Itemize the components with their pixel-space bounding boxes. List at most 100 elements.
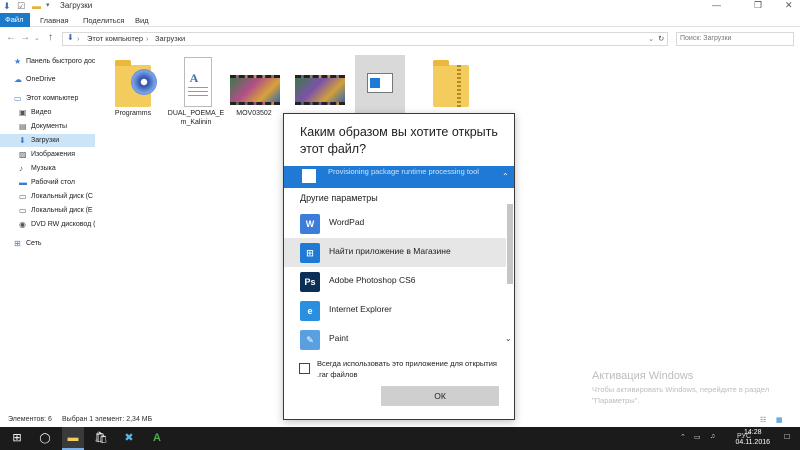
desktop-icon: ▬ [19, 178, 27, 187]
downloads-location-icon: ⬇ [67, 33, 74, 42]
drive-icon: ▭ [19, 192, 27, 201]
sidebar-item-downloads[interactable]: ⬇ Загрузки [0, 134, 95, 147]
minimize-icon[interactable]: — [712, 0, 721, 10]
store-icon: ⊞ [300, 243, 320, 263]
provisioning-tool-icon [302, 169, 316, 183]
sidebar-item-dvd-drive[interactable]: ◉ DVD RW дисковод ( [0, 218, 95, 231]
sidebar-item-this-pc[interactable]: ▭ Этот компьютер [0, 92, 95, 105]
folder-icon [113, 57, 157, 107]
store-icon[interactable]: 🛍 [90, 427, 112, 450]
app-option-store[interactable]: ⊞ Найти приложение в Магазине [284, 238, 506, 267]
clock[interactable]: 14:28 04.11.2016 [735, 428, 770, 448]
watermark-text: Чтобы активировать Windows, перейдите в … [592, 385, 770, 405]
start-icon[interactable]: ⊞ [6, 427, 28, 450]
search-placeholder: Поиск: Загрузки [680, 35, 732, 42]
clock-time: 14:28 [743, 429, 762, 436]
internet-explorer-icon: e [300, 301, 320, 321]
file-item-dual-poema[interactable]: A DUAL_POEMA_E m_Kalinin [167, 55, 225, 126]
tab-file[interactable]: Файл [0, 13, 30, 27]
refresh-icon[interactable]: ↻ [658, 34, 664, 43]
computer-icon: ▭ [14, 94, 22, 103]
close-icon[interactable]: ✕ [785, 0, 793, 11]
sidebar-item-videos[interactable]: ▣ Видео [0, 106, 95, 119]
ok-button[interactable]: ОК [381, 386, 499, 406]
large-icons-view-icon[interactable]: ▦ [776, 416, 783, 424]
dvd-icon: ◉ [19, 220, 26, 229]
properties-icon[interactable]: ☑ [17, 1, 25, 12]
list-item-provisioning-tool[interactable]: Provisioning package runtime processing … [284, 166, 514, 188]
zip-folder-icon [431, 57, 471, 107]
sidebar-item-music[interactable]: ♪ Музыка [0, 162, 95, 175]
clock-date: 04.11.2016 [735, 439, 770, 446]
sidebar-item-pictures[interactable]: ▨ Изображения [0, 148, 95, 161]
search-icon[interactable]: ◯ [34, 427, 56, 450]
search-input[interactable]: Поиск: Загрузки [676, 32, 794, 46]
sidebar-item-onedrive[interactable]: ☁ OneDrive [0, 73, 95, 86]
sidebar-item-documents[interactable]: ▤ Документы [0, 120, 95, 133]
app-option-paint[interactable]: ✎ Paint [284, 325, 506, 354]
chevron-up-icon[interactable]: ⌃ [502, 172, 509, 181]
video-thumbnail-icon [230, 57, 280, 107]
taskbar: ⊞ ◯ ▬ 🛍 ✖ A ⌃ ▭ ♫ РУС 14:28 04.11.2016 ☐ [0, 427, 800, 450]
tray-expand-icon[interactable]: ⌃ [680, 433, 686, 441]
forward-icon[interactable]: → [20, 32, 30, 43]
volume-icon[interactable]: ♫ [710, 433, 715, 440]
tab-view[interactable]: Вид [130, 14, 154, 27]
app-green-icon[interactable]: A [146, 427, 168, 450]
download-arrow-icon[interactable]: ⬇ [3, 1, 11, 12]
paint-icon: ✎ [300, 330, 320, 350]
document-icon: A [176, 57, 216, 107]
video-icon: ▣ [19, 108, 27, 117]
cloud-icon: ☁ [14, 75, 22, 84]
app-option-photoshop[interactable]: Ps Adobe Photoshop CS6 [284, 267, 506, 296]
maximize-icon[interactable]: ❐ [754, 0, 762, 11]
address-bar[interactable]: ⬇ › Этот компьютер › Загрузки ⌄ ↻ [62, 32, 668, 46]
back-icon[interactable]: ← [6, 32, 16, 43]
new-folder-icon[interactable]: ▬ [32, 1, 41, 11]
recent-locations-icon[interactable]: ⌄ [34, 34, 40, 42]
sidebar-item-local-disk-c[interactable]: ▭ Локальный диск (C [0, 190, 95, 203]
chevron-down-icon[interactable]: ⌄ [505, 334, 512, 343]
navigation-bar: ← → ⌄ ↑ ⬇ › Этот компьютер › Загрузки ⌄ … [0, 29, 800, 49]
up-icon[interactable]: ↑ [48, 32, 53, 43]
open-with-dialog: Каким образом вы хотите открыть этот фай… [283, 113, 515, 420]
sidebar-item-local-disk-e[interactable]: ▭ Локальный диск (E [0, 204, 95, 217]
sidebar-item-quick-access[interactable]: ★ Панель быстрого доступа [0, 55, 95, 68]
title-bar: ⬇ ☑ ▬ ▾ Загрузки — ❐ ✕ [0, 0, 800, 13]
dialog-title: Каким образом вы хотите открыть этот фай… [300, 125, 498, 156]
list-item-label: Provisioning package runtime processing … [328, 167, 479, 176]
details-view-icon[interactable]: ☷ [760, 416, 766, 424]
scrollbar-thumb[interactable] [507, 204, 513, 284]
address-dropdown-icon[interactable]: ⌄ [648, 34, 654, 43]
navigation-pane: ★ Панель быстрого доступа ☁ OneDrive ▭ Э… [0, 51, 95, 411]
music-icon: ♪ [19, 164, 23, 173]
file-item-programms[interactable]: Programms [104, 55, 162, 125]
network-icon: ⊞ [14, 239, 21, 248]
tab-share[interactable]: Поделиться [78, 14, 129, 27]
file-item-mov03502[interactable]: MOV03502 [225, 55, 283, 125]
network-tray-icon[interactable]: ▭ [694, 433, 701, 441]
item-count: Элементов: 6 [8, 416, 52, 423]
wordpad-icon: W [300, 214, 320, 234]
customize-quick-access-icon[interactable]: ▾ [46, 1, 50, 9]
star-icon: ★ [14, 57, 22, 66]
breadcrumb-this-pc[interactable]: Этот компьютер [87, 34, 143, 43]
downloads-icon: ⬇ [19, 136, 26, 145]
window-title: Загрузки [60, 1, 93, 10]
file-explorer-icon[interactable]: ▬ [62, 427, 84, 450]
always-use-checkbox[interactable] [299, 363, 310, 374]
other-options-header: Другие параметры [300, 193, 378, 203]
sidebar-item-desktop[interactable]: ▬ Рабочий стол [0, 176, 95, 189]
documents-icon: ▤ [19, 122, 27, 131]
notifications-icon[interactable]: ☐ [784, 433, 790, 441]
app-blue-icon[interactable]: ✖ [118, 427, 140, 450]
app-option-internet-explorer[interactable]: e Internet Explorer [284, 296, 506, 325]
file-item-rar-selected[interactable] [355, 55, 405, 113]
breadcrumb-downloads[interactable]: Загрузки [155, 34, 185, 43]
app-option-wordpad[interactable]: W WordPad [284, 209, 506, 238]
tab-home[interactable]: Главная [35, 14, 74, 27]
photoshop-icon: Ps [300, 272, 320, 292]
selection-info: Выбран 1 элемент: 2,34 МБ [62, 416, 153, 423]
video-thumbnail-icon [295, 57, 345, 107]
sidebar-item-network[interactable]: ⊞ Сеть [0, 237, 95, 250]
